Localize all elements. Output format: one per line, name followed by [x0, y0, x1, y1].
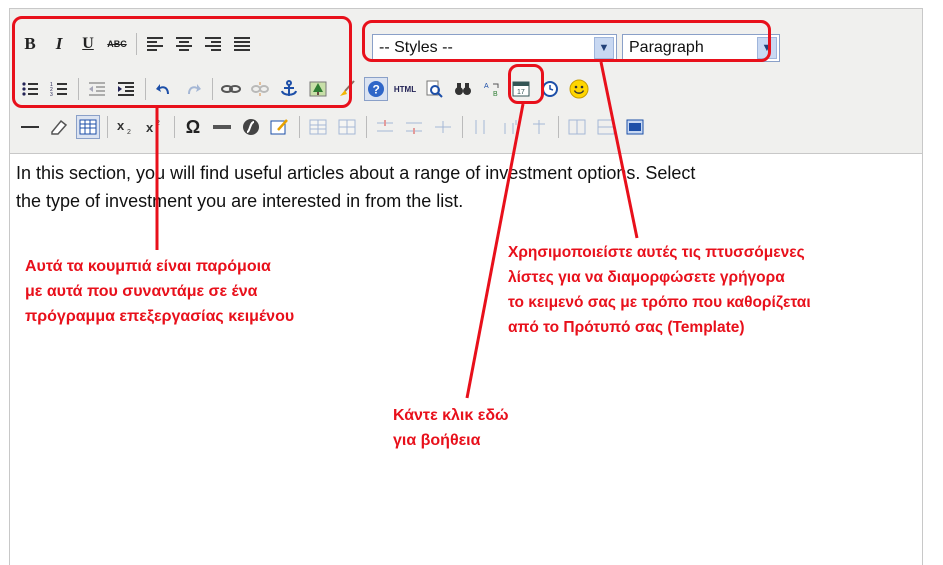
find-button[interactable]	[451, 77, 475, 101]
split-cells-button[interactable]	[565, 115, 589, 139]
note-line: το κειμενό σας με τρόπο που καθορίζεται	[508, 294, 811, 311]
replace-icon: AB	[484, 83, 499, 98]
insert-column-after-button[interactable]	[498, 115, 522, 139]
note-line: από το Πρότυπό σας (Template)	[508, 319, 745, 336]
toolbar-separator	[366, 116, 367, 138]
smiley-icon	[569, 79, 589, 99]
superscript-button[interactable]: x2	[143, 115, 167, 139]
edit-attributes-button[interactable]	[268, 115, 292, 139]
binoculars-icon	[455, 83, 471, 95]
content-line-2: the type of investment you are intereste…	[16, 191, 464, 211]
delete-column-button[interactable]	[527, 115, 551, 139]
layer-icon	[213, 125, 231, 129]
table-grid-icon	[79, 119, 97, 135]
help-icon: ?	[368, 81, 384, 97]
remove-format-button[interactable]	[47, 115, 71, 139]
dropdowns-note: Χρησιμοποιείστε αυτές τις πτυσσόμενες λί…	[508, 240, 811, 340]
note-line: λίστες για να διαμορφώσετε γρήγορα	[508, 269, 785, 286]
insert-column-before-button[interactable]	[469, 115, 493, 139]
table-properties-icon	[338, 119, 356, 135]
cell-properties-icon	[626, 119, 644, 135]
toolbar-separator	[299, 116, 300, 138]
toolbar-separator	[558, 116, 559, 138]
insert-media-button[interactable]	[239, 115, 263, 139]
note-line: πρόγραμμα επεξεργασίας κειμένου	[25, 308, 295, 325]
editor-content[interactable]: In this section, you will find useful ar…	[16, 159, 916, 215]
insert-row-before-icon	[377, 120, 393, 132]
delete-column-icon	[533, 120, 545, 134]
horizontal-rule-icon	[21, 126, 39, 128]
note-line: Κάντε κλικ εδώ	[393, 407, 509, 424]
note-line: με αυτά που συναντάμε σε ένα	[25, 283, 258, 300]
subscript-icon: x2	[117, 118, 131, 136]
dropdowns-highlight	[362, 20, 771, 62]
visual-aid-button[interactable]	[76, 115, 100, 139]
formatting-buttons-note: Αυτά τα κουμπιά είναι παρόμοια με αυτά π…	[25, 254, 294, 329]
merge-cells-icon	[597, 119, 615, 135]
table-properties-button[interactable]	[335, 115, 359, 139]
horizontal-rule-button[interactable]	[18, 115, 42, 139]
delete-row-button[interactable]	[431, 115, 455, 139]
superscript-icon: x2	[146, 120, 160, 135]
insert-column-after-icon	[504, 120, 517, 134]
help-button[interactable]: ?	[364, 77, 388, 101]
split-cells-icon	[568, 119, 586, 135]
edit-document-icon	[270, 119, 288, 135]
insert-row-after-icon	[406, 122, 422, 134]
note-line: Αυτά τα κουμπιά είναι παρόμοια	[25, 258, 271, 275]
content-line-1: In this section, you will find useful ar…	[16, 163, 696, 183]
delete-row-icon	[435, 121, 451, 133]
replace-button[interactable]: AB	[480, 77, 504, 101]
preview-icon	[426, 80, 443, 98]
note-line: για βοήθεια	[393, 432, 481, 449]
insert-column-before-icon	[475, 120, 485, 134]
cell-properties-button[interactable]	[623, 115, 647, 139]
merge-cells-button[interactable]	[594, 115, 618, 139]
preview-button[interactable]	[422, 77, 446, 101]
help-note: Κάντε κλικ εδώ για βοήθεια	[393, 403, 509, 453]
svg-text:x: x	[146, 120, 154, 135]
toolbar-separator	[462, 116, 463, 138]
formatting-buttons-highlight	[12, 16, 352, 108]
svg-text:B: B	[493, 91, 498, 98]
toolbar-separator	[107, 116, 108, 138]
special-character-button[interactable]: Ω	[181, 115, 205, 139]
toolbar-separator	[174, 116, 175, 138]
subscript-button[interactable]: x2	[114, 115, 138, 139]
eraser-icon	[51, 119, 68, 135]
insert-layer-button[interactable]	[210, 115, 234, 139]
insert-row-before-button[interactable]	[373, 115, 397, 139]
flash-media-icon	[243, 119, 259, 135]
html-source-button[interactable]: HTML	[393, 77, 417, 101]
table-icon	[309, 119, 327, 135]
insert-row-after-button[interactable]	[402, 115, 426, 139]
svg-text:x: x	[117, 118, 125, 133]
svg-text:2: 2	[127, 129, 131, 136]
help-button-highlight	[508, 64, 544, 104]
svg-text:2: 2	[156, 120, 160, 127]
svg-text:?: ?	[373, 83, 380, 97]
toolbar-row-3: x2 x2 Ω	[18, 112, 652, 142]
insert-emoticon-button[interactable]	[567, 77, 591, 101]
note-line: Χρησιμοποιείστε αυτές τις πτυσσόμενες	[508, 244, 805, 261]
insert-table-button[interactable]	[306, 115, 330, 139]
svg-text:A: A	[484, 83, 489, 90]
